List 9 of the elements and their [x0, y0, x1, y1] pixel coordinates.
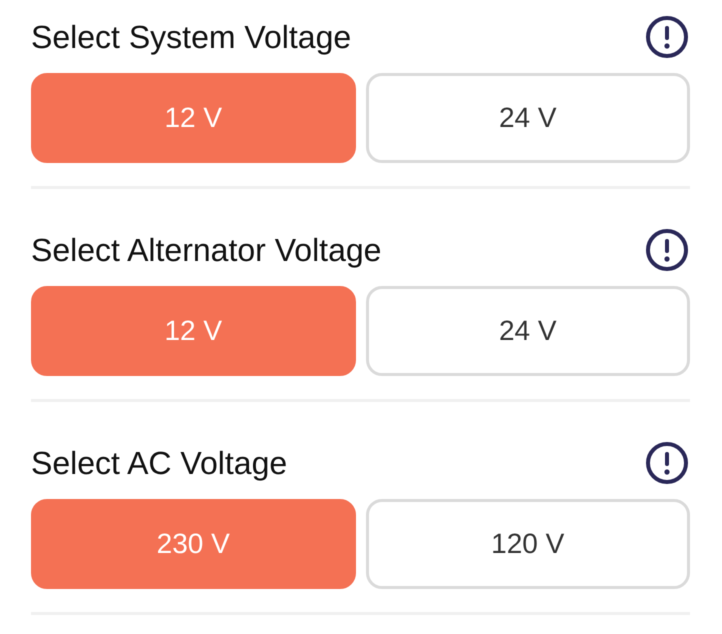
voltage-option[interactable]: 120 V — [366, 499, 690, 589]
alert-icon[interactable] — [645, 441, 689, 485]
alert-icon[interactable] — [645, 228, 689, 272]
section-title: Select System Voltage — [31, 18, 352, 56]
section-title: Select Alternator Voltage — [31, 232, 382, 268]
section-title: Select AC Voltage — [31, 444, 288, 482]
alert-icon[interactable] — [645, 15, 689, 59]
voltage-option[interactable]: 24 V — [366, 73, 690, 163]
voltage-option[interactable]: 24 V — [366, 286, 690, 376]
